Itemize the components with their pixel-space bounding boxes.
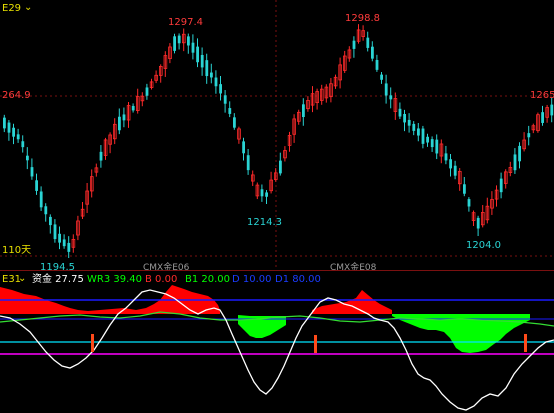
wr3-readout: WR3 39.40 [87,274,142,285]
candle-body [39,191,43,208]
candle-body [205,60,209,77]
candle-body [177,35,181,44]
candle-body [131,105,135,111]
indicator-header[interactable]: E31 ⌄ 资金 27.75 WR3 39.40 B 0.00 B1 20.00… [2,272,321,285]
candle-body [426,136,429,143]
price-chart-panel[interactable]: E29 ⌄ 1297.4 1298.8 264.9 1265. 1214.3 1… [0,0,554,270]
low-label: 1194.5 [40,262,75,270]
candle-body [58,233,61,243]
candle-body [12,127,15,137]
candle-body [476,217,480,229]
chevron-down-icon[interactable]: ⌄ [24,2,32,13]
contract-label: CMX金E08 [330,261,377,270]
candle-body [219,84,222,94]
candle-body [49,216,52,226]
candle-body [16,134,20,140]
candle-body [407,119,411,126]
candle-body [26,155,29,161]
right-price-label: 1265. [530,90,554,101]
b1-readout: B1 20.00 [185,274,230,285]
high-label: 1297.4 [168,17,203,28]
red-signal-bar [314,335,317,353]
contract-label: CMX金E06 [143,261,190,270]
candle-body [279,160,282,174]
candle-body [35,180,38,191]
candle-body [366,37,370,48]
candle-body [384,83,388,96]
candle-body [449,159,452,169]
candle-body [499,178,503,193]
fund-readout: 资金 27.75 [32,272,84,285]
candle-body [417,128,420,136]
d-readout: D 10.00 [232,274,272,285]
candle-body [53,224,57,240]
candle-body [3,117,6,129]
candle-body [453,165,457,176]
candle-body [463,184,466,194]
candle-body [7,122,11,133]
candle-body [62,239,66,247]
red-signal-bar [91,334,94,352]
indicator-panel[interactable]: E31 ⌄ 资金 27.75 WR3 39.40 B 0.00 B1 20.00… [0,270,554,413]
candle-body [260,189,264,197]
candle-body [421,128,425,144]
candle-body [242,141,245,154]
candle-body [145,87,149,96]
candle-body [467,199,471,207]
candle-body [173,36,176,51]
high-label: 1298.8 [345,13,380,24]
candle-body [118,116,121,131]
candle-body [389,95,393,100]
candle-body [99,151,103,161]
candle-body [67,242,71,252]
candle-body [527,133,531,138]
indicator-name[interactable]: E29 [2,3,21,14]
d1-readout: D1 80.00 [275,274,321,285]
candle-body [550,104,554,116]
candle-body [228,108,232,114]
candle-body [398,108,402,117]
candle-body [371,46,374,59]
low-label: 1204.0 [466,240,501,251]
red-signal-bar [524,334,527,352]
left-price-label: 264.9 [2,90,31,101]
candle-body [44,206,48,215]
price-grid [0,0,554,270]
candle-body [223,95,227,104]
candle-body [412,123,416,131]
b-readout: B 0.00 [145,274,177,285]
candle-body [541,112,544,123]
candle-body [444,153,448,161]
candle-body [352,40,356,49]
candle-body [210,72,213,78]
candle-body [513,154,517,171]
candle-body [187,36,190,46]
period-label: 110天 [2,245,31,256]
candle-body [30,167,34,177]
candle-body [375,60,379,70]
candle-body [265,192,268,197]
candle-body [196,46,199,63]
low-label: 1214.3 [247,217,282,228]
candle-body [430,139,434,148]
candle-body [302,104,305,118]
candle-body [380,74,383,80]
candle-body [21,141,25,148]
candle-body [233,117,236,128]
indicator-header[interactable]: E29 ⌄ [2,2,32,14]
candle-body [214,77,218,87]
candle-body [435,139,439,154]
candle-body [191,42,195,53]
chevron-down-icon[interactable]: ⌄ [18,273,26,284]
candle-body [403,113,406,123]
candle-body [246,155,250,171]
candle-body [518,145,521,162]
candle-body [200,54,204,68]
candle-body [122,114,126,121]
